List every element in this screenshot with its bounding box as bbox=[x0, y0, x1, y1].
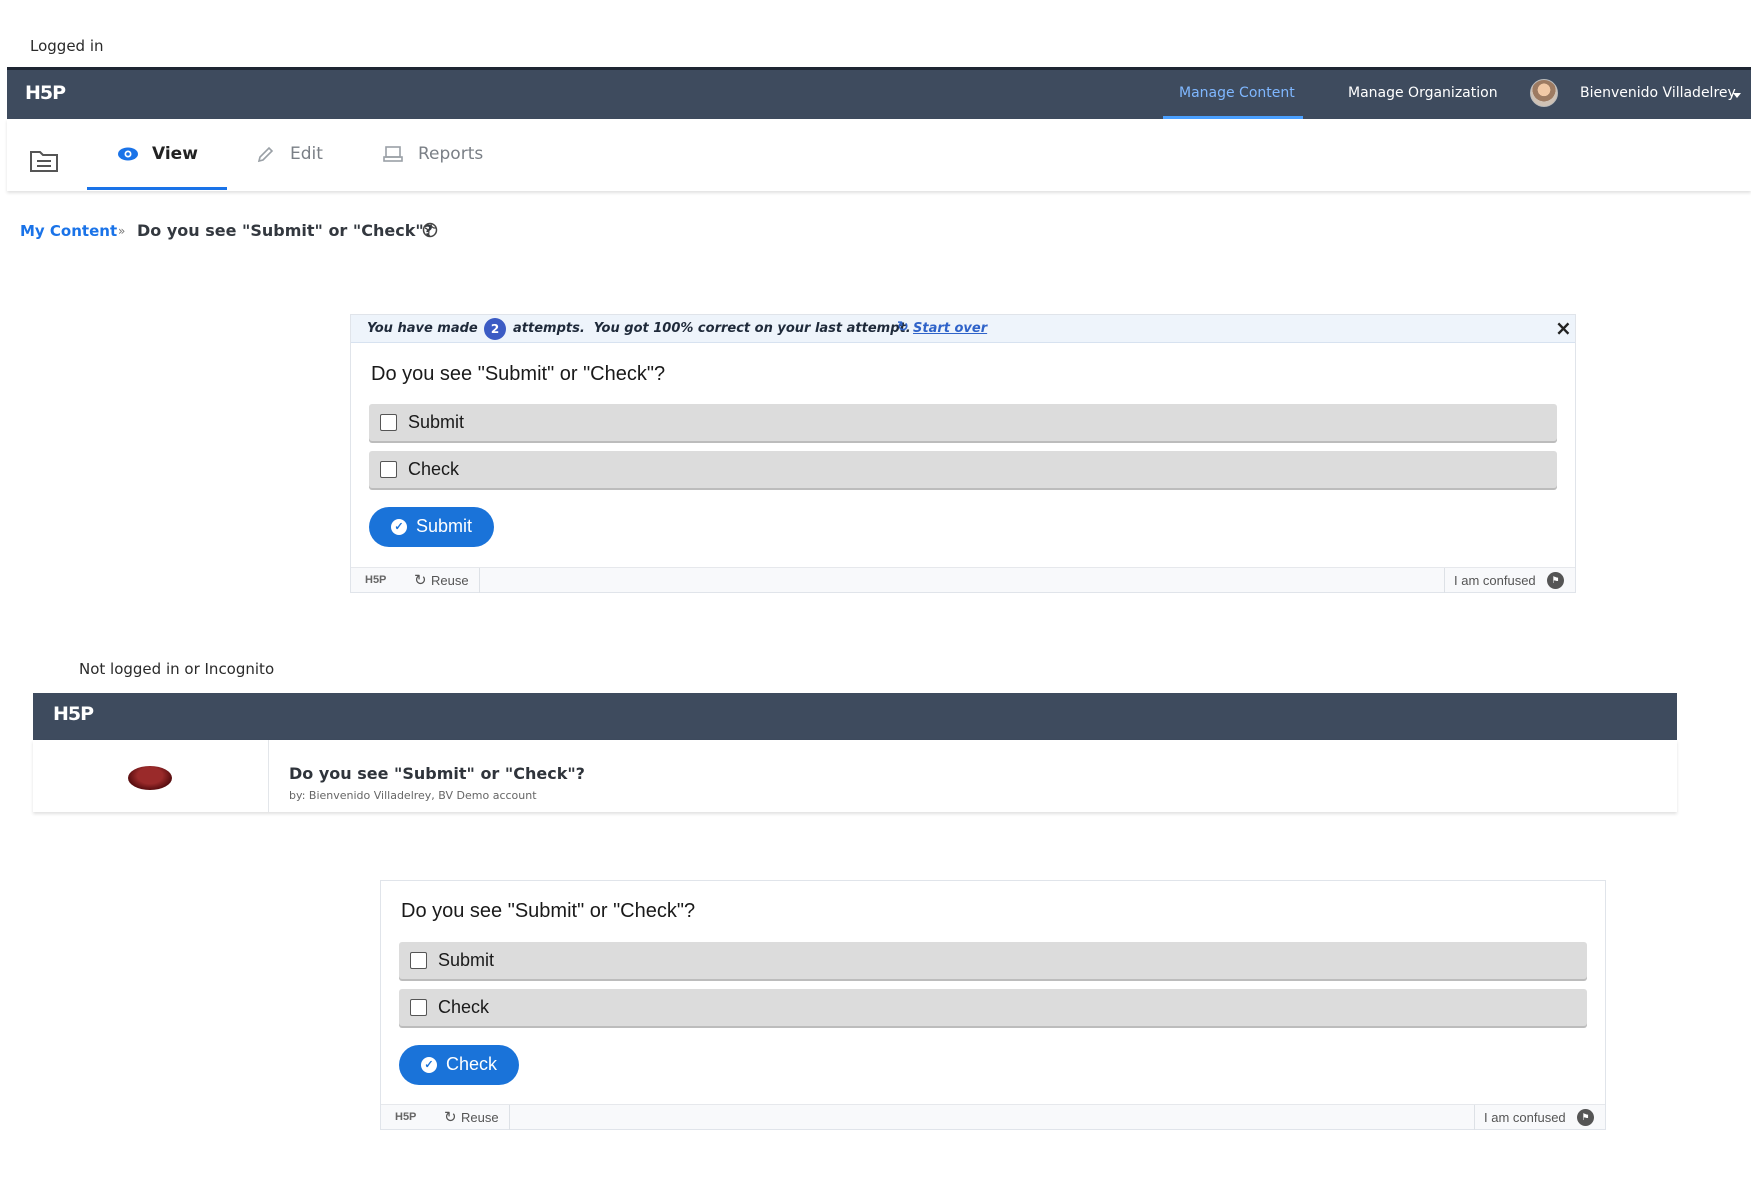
reuse-icon: ↻ bbox=[444, 1109, 457, 1126]
question-text: Do you see "Submit" or "Check"? bbox=[401, 900, 696, 922]
breadcrumb-separator: » bbox=[118, 224, 126, 238]
tab-view-underline bbox=[87, 187, 227, 190]
h5p-footer-logo[interactable]: H5P bbox=[395, 1111, 416, 1123]
answer-label: Check bbox=[438, 997, 490, 1017]
tab-edit[interactable]: Edit bbox=[290, 144, 323, 164]
answer-option-check[interactable]: Check bbox=[369, 451, 1557, 488]
h5p-footer-logo[interactable]: H5P bbox=[365, 574, 386, 586]
flag-icon[interactable]: ⚑ bbox=[1577, 1109, 1594, 1126]
user-menu-name[interactable]: Bienvenido Villadelrey bbox=[1580, 85, 1736, 101]
h5p-content-frame-public: Do you see "Submit" or "Check"? Submit C… bbox=[380, 880, 1606, 1130]
breadcrumb-my-content[interactable]: My Content bbox=[20, 222, 117, 240]
checkbox[interactable] bbox=[410, 999, 427, 1016]
content-list-icon[interactable] bbox=[29, 147, 59, 173]
answer-option-submit[interactable]: Submit bbox=[369, 404, 1557, 441]
refresh-icon: ↻ bbox=[897, 319, 909, 335]
start-over-link[interactable]: Start over bbox=[913, 321, 987, 336]
content-byline: by: Bienvenido Villadelrey, BV Demo acco… bbox=[289, 789, 537, 802]
breadcrumb-title: Do you see "Submit" or "Check"? bbox=[137, 221, 433, 240]
answer-label: Submit bbox=[408, 412, 465, 432]
h5p-logo[interactable]: H5P bbox=[25, 82, 66, 104]
close-icon[interactable]: × bbox=[1555, 316, 1572, 340]
pencil-icon bbox=[257, 146, 274, 163]
user-avatar[interactable] bbox=[1530, 79, 1558, 107]
content-subnav: View Edit Reports bbox=[7, 119, 1751, 191]
check-circle-icon: ✓ bbox=[421, 1057, 437, 1073]
answer-option-submit[interactable]: Submit bbox=[399, 942, 1587, 979]
content-info-bar: Do you see "Submit" or "Check"? by: Bien… bbox=[33, 740, 1677, 812]
h5p-footer: H5P ↻ Reuse I am confused ⚑ bbox=[381, 1104, 1605, 1130]
answer-option-check[interactable]: Check bbox=[399, 989, 1587, 1026]
checkbox[interactable] bbox=[410, 952, 427, 969]
content-thumbnail bbox=[128, 766, 172, 790]
answer-label: Check bbox=[408, 459, 460, 479]
checkbox[interactable] bbox=[380, 461, 397, 478]
chevron-down-icon[interactable] bbox=[1733, 93, 1741, 98]
check-button-label: Check bbox=[446, 1054, 498, 1074]
answer-label: Submit bbox=[438, 950, 495, 970]
footer-divider bbox=[509, 1105, 510, 1130]
check-button[interactable]: ✓ Check bbox=[399, 1045, 519, 1085]
reuse-icon: ↻ bbox=[414, 572, 427, 589]
section-label-logged-in: Logged in bbox=[30, 37, 104, 55]
footer-divider bbox=[1474, 1105, 1475, 1130]
top-navbar-public: H5P bbox=[33, 693, 1677, 740]
section-label-not-logged-in: Not logged in or Incognito bbox=[79, 660, 275, 678]
attempt-count-badge: 2 bbox=[484, 318, 506, 340]
reports-icon bbox=[383, 146, 403, 162]
globe-icon bbox=[422, 222, 438, 238]
checkbox[interactable] bbox=[380, 414, 397, 431]
submit-button[interactable]: ✓ Submit bbox=[369, 507, 494, 547]
nav-manage-content[interactable]: Manage Content bbox=[1179, 85, 1295, 101]
tab-reports[interactable]: Reports bbox=[418, 144, 483, 164]
h5p-content-frame: You have made 2 attempts. You got 100% c… bbox=[350, 314, 1576, 593]
top-navbar: H5P Manage Content Manage Organization B… bbox=[7, 67, 1751, 119]
h5p-footer: H5P ↻ Reuse I am confused ⚑ bbox=[351, 567, 1575, 593]
attempt-prefix: You have made bbox=[367, 321, 478, 336]
attempt-notice-bar: You have made 2 attempts. You got 100% c… bbox=[351, 315, 1575, 343]
confused-button[interactable]: I am confused bbox=[1454, 573, 1536, 588]
nav-manage-organization[interactable]: Manage Organization bbox=[1348, 85, 1498, 101]
question-text: Do you see "Submit" or "Check"? bbox=[371, 363, 666, 385]
eye-icon bbox=[118, 147, 138, 161]
flag-icon[interactable]: ⚑ bbox=[1547, 572, 1564, 589]
check-circle-icon: ✓ bbox=[391, 519, 407, 535]
attempt-suffix: attempts. You got 100% correct on your l… bbox=[513, 321, 911, 336]
content-title: Do you see "Submit" or "Check"? bbox=[289, 764, 585, 783]
footer-divider bbox=[479, 568, 480, 593]
info-divider bbox=[268, 740, 269, 812]
footer-divider bbox=[1444, 568, 1445, 593]
reuse-button[interactable]: Reuse bbox=[431, 573, 469, 588]
reuse-button[interactable]: Reuse bbox=[461, 1110, 499, 1125]
tab-view[interactable]: View bbox=[152, 144, 198, 164]
submit-button-label: Submit bbox=[416, 516, 473, 536]
confused-button[interactable]: I am confused bbox=[1484, 1110, 1566, 1125]
h5p-logo[interactable]: H5P bbox=[53, 703, 94, 725]
